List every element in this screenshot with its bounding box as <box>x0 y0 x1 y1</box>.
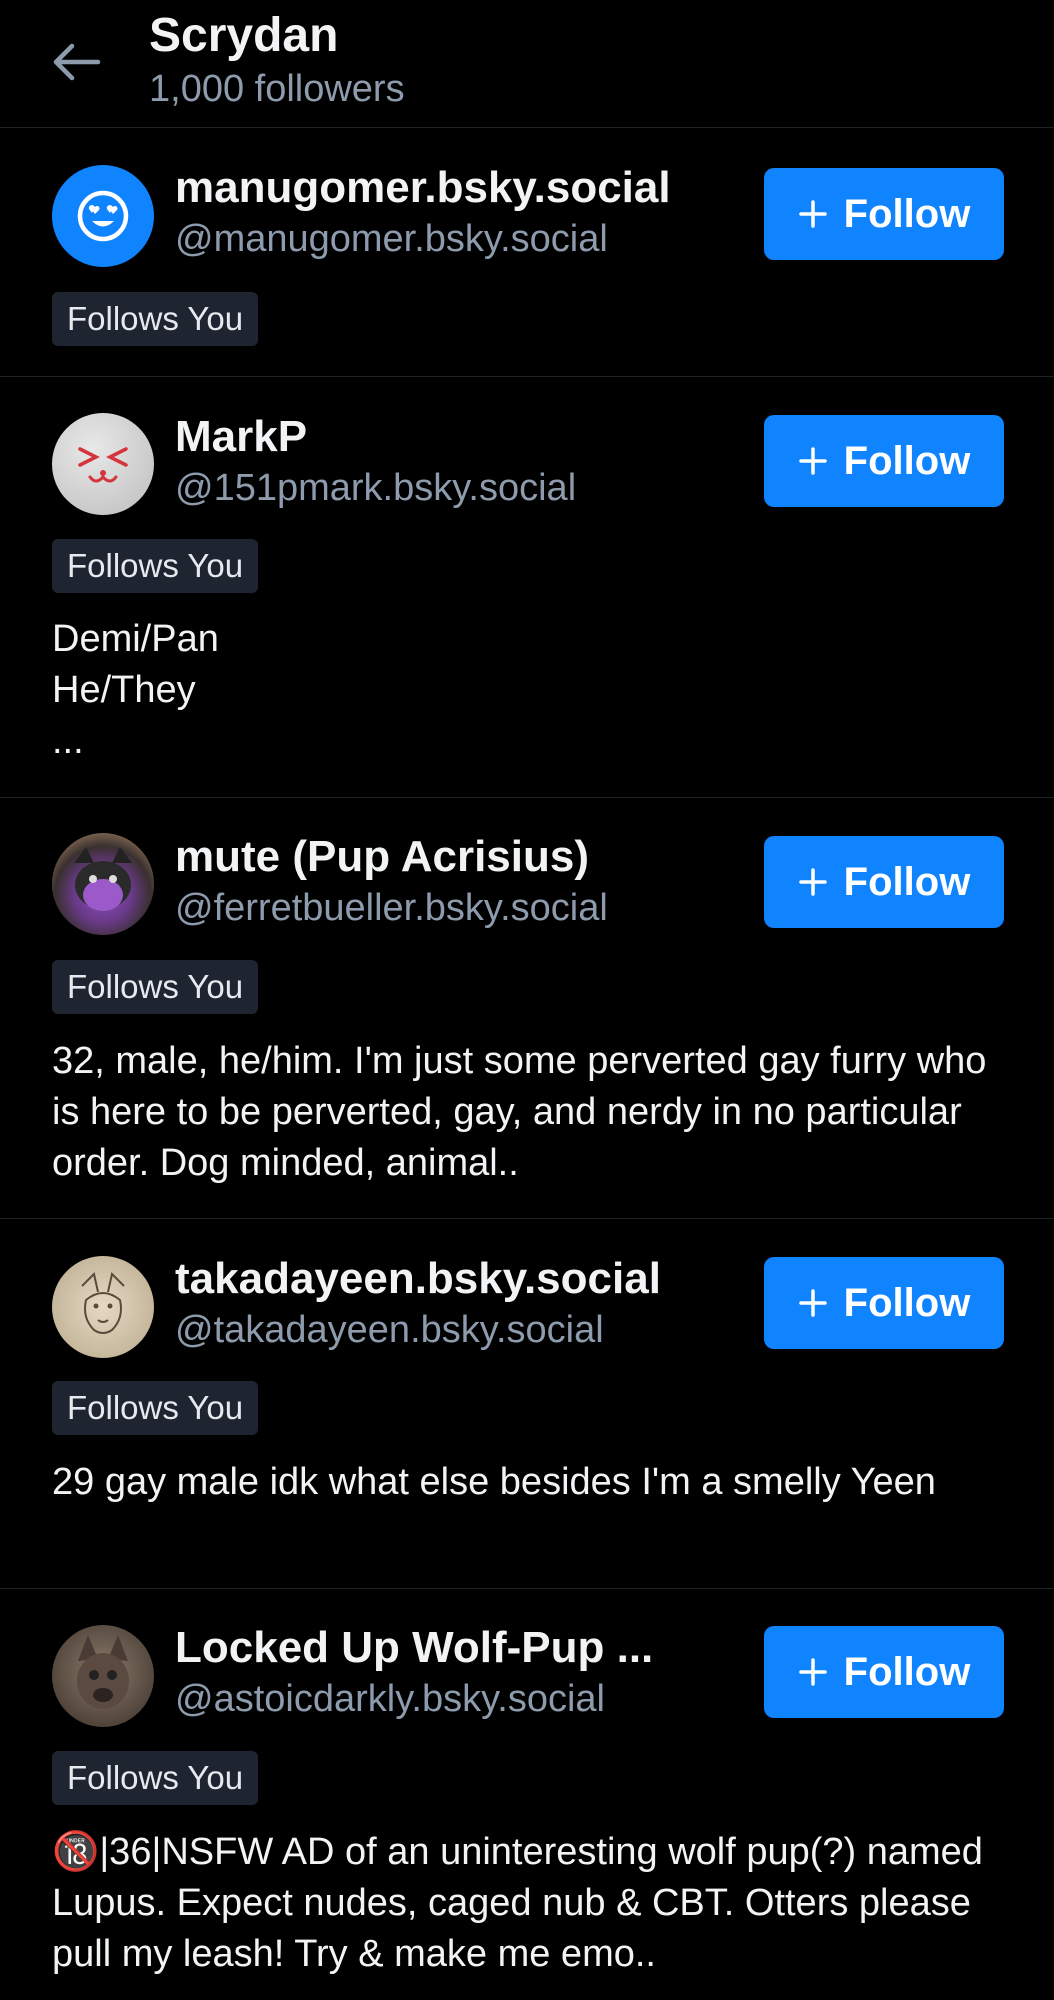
follow-button[interactable]: Follow <box>764 168 1004 260</box>
user-handle: @ferretbueller.bsky.social <box>175 887 608 929</box>
plus-icon <box>798 1289 827 1317</box>
page-title: Scrydan <box>149 9 339 62</box>
followers-list: manugomer.bsky.social @manugomer.bsky.soc… <box>0 128 1054 1996</box>
follows-you-badge: Follows You <box>52 292 259 346</box>
avatar[interactable] <box>52 413 154 515</box>
arrow-left-icon <box>53 43 101 81</box>
plus-icon <box>798 200 827 228</box>
cat-face-icon <box>78 447 128 483</box>
pup-mask-icon <box>74 847 132 911</box>
user-handle: @takadayeen.bsky.social <box>175 1309 604 1351</box>
plus-icon <box>798 868 827 896</box>
user-display-name[interactable]: MarkP <box>175 411 307 463</box>
page-header: Scrydan 1,000 followers <box>0 0 1054 128</box>
user-handle: @manugomer.bsky.social <box>175 218 608 260</box>
user-bio: Demi/Pan He/They ... <box>52 618 219 762</box>
avatar[interactable] <box>52 1256 154 1358</box>
user-display-name[interactable]: takadayeen.bsky.social <box>175 1253 661 1305</box>
back-button[interactable] <box>46 36 106 88</box>
plus-icon <box>798 1658 827 1686</box>
follow-button-label: Follow <box>843 191 971 236</box>
user-bio: 32, male, he/him. I'm just some perverte… <box>52 1040 987 1184</box>
follow-button[interactable]: Follow <box>764 1626 1004 1718</box>
avatar[interactable] <box>52 165 154 267</box>
user-display-name[interactable]: Locked Up Wolf-Pup ... <box>175 1622 653 1674</box>
follow-button-label: Follow <box>843 1280 971 1325</box>
follow-button[interactable]: Follow <box>764 415 1004 507</box>
follow-button-label: Follow <box>843 1649 971 1694</box>
follows-you-badge: Follows You <box>52 960 259 1014</box>
avatar[interactable] <box>52 1625 154 1727</box>
user-handle: @astoicdarkly.bsky.social <box>175 1678 605 1720</box>
list-item[interactable]: manugomer.bsky.social @manugomer.bsky.soc… <box>0 128 1054 377</box>
hyena-sketch-icon <box>81 1272 125 1334</box>
followers-count: 1,000 followers <box>149 68 405 110</box>
user-bio: 🔞|36|NSFW AD of an uninteresting wolf pu… <box>52 1831 983 1975</box>
follow-button[interactable]: Follow <box>764 836 1004 928</box>
user-handle: @151pmark.bsky.social <box>175 467 577 509</box>
follow-button-label: Follow <box>843 438 971 483</box>
user-display-name[interactable]: manugomer.bsky.social <box>175 162 671 214</box>
follow-button-label: Follow <box>843 859 971 904</box>
list-item[interactable]: MarkP @151pmark.bsky.social Follow Follows … <box>0 377 1054 798</box>
list-item[interactable]: Locked Up Wolf-Pup ... @astoicdarkly.bsky… <box>0 1589 1054 1996</box>
user-bio: 29 gay male idk what else besides I'm a … <box>52 1461 936 1503</box>
plus-icon <box>798 447 827 475</box>
smiley-heart-eyes-icon <box>77 190 129 242</box>
follow-button[interactable]: Follow <box>764 1257 1004 1349</box>
wolf-mask-icon <box>77 1635 129 1709</box>
follows-you-badge: Follows You <box>52 539 259 593</box>
user-display-name[interactable]: mute (Pup Acrisius) <box>175 831 589 883</box>
list-item[interactable]: mute (Pup Acrisius) @ferretbueller.bsky.s… <box>0 798 1054 1219</box>
avatar[interactable] <box>52 833 154 935</box>
list-item[interactable]: takadayeen.bsky.social @takadayeen.bsky.s… <box>0 1219 1054 1589</box>
follows-you-badge: Follows You <box>52 1751 259 1805</box>
follows-you-badge: Follows You <box>52 1381 259 1435</box>
